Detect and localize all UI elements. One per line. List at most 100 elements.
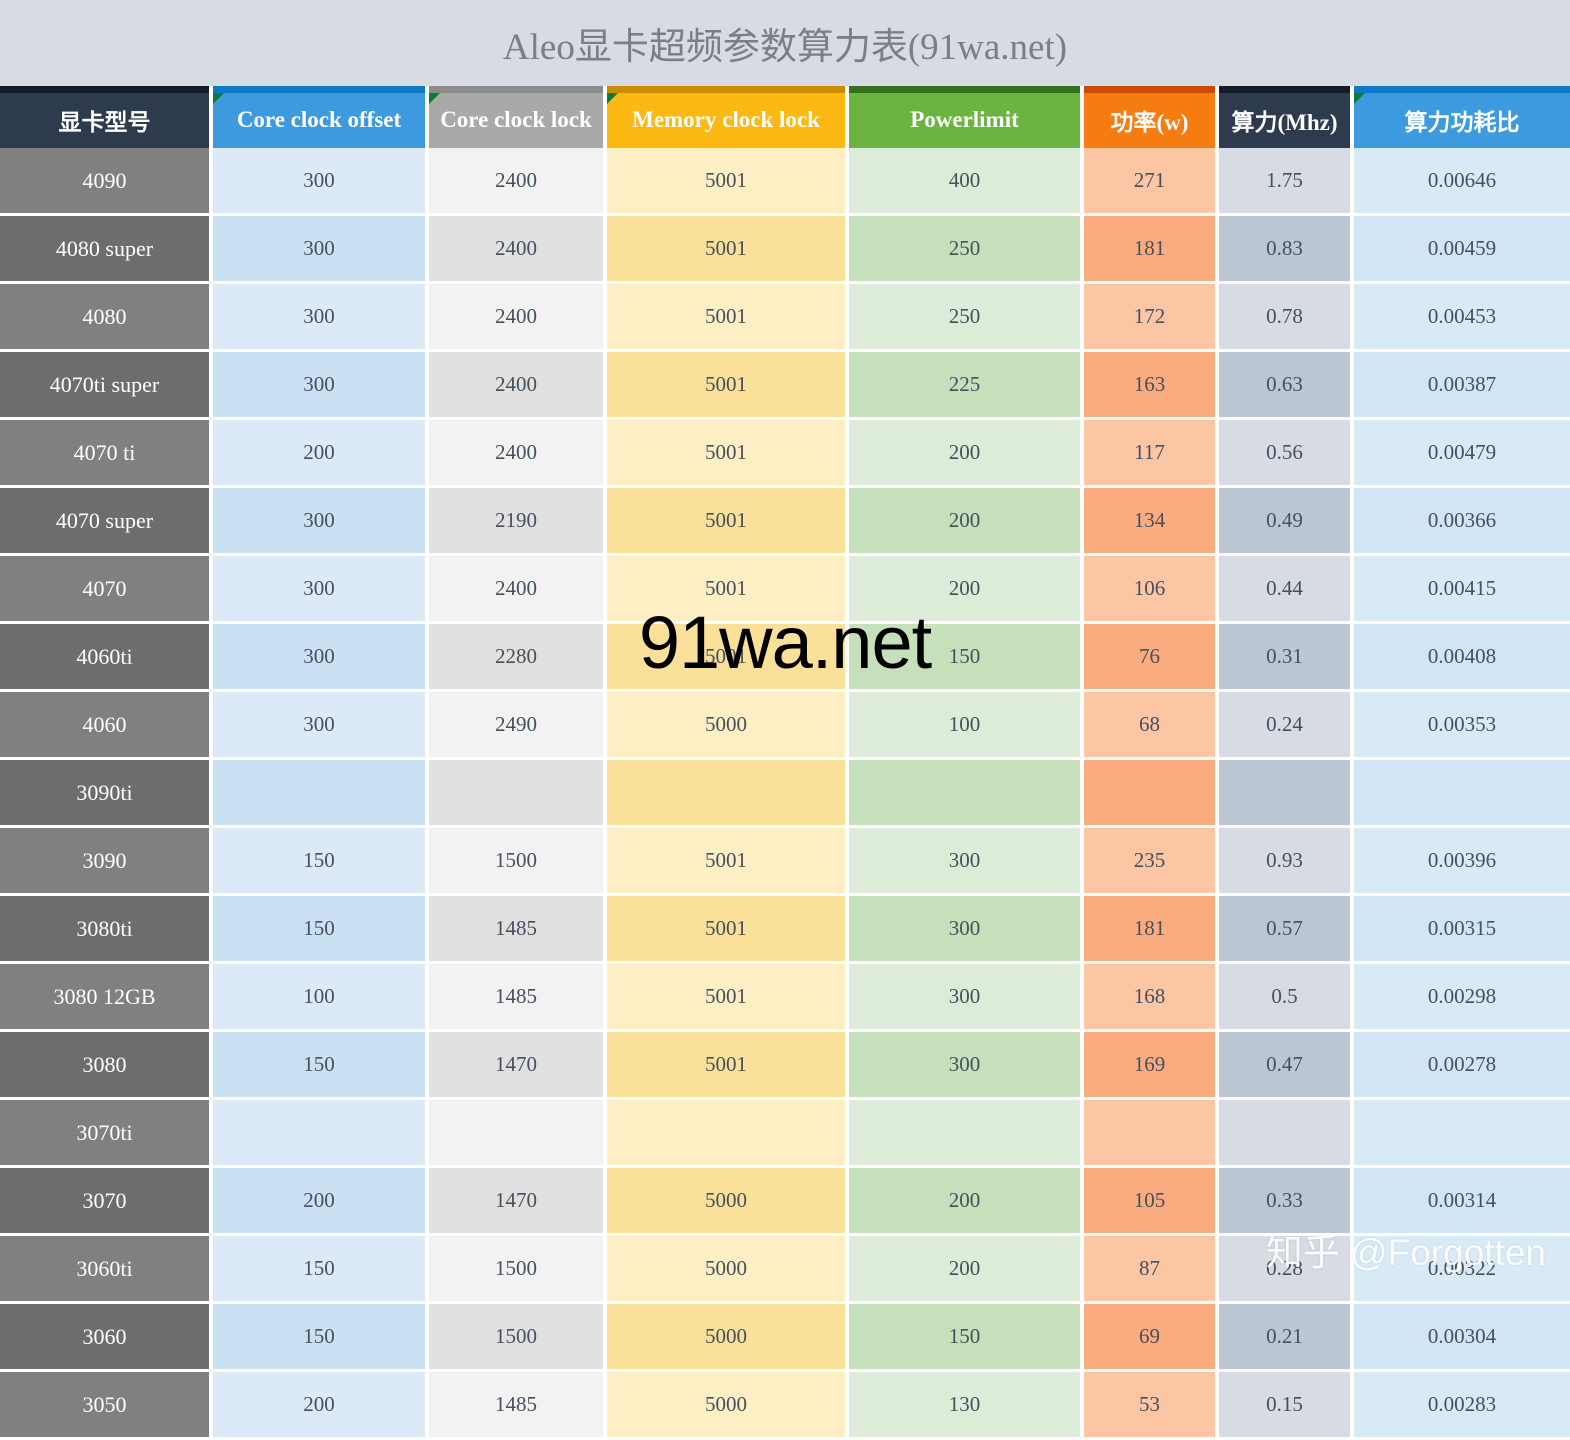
cell-memlock[interactable]: 5001 bbox=[605, 964, 847, 1032]
cell-gpu-model[interactable]: 3060 bbox=[0, 1304, 211, 1372]
cell-watt[interactable]: 87 bbox=[1082, 1236, 1217, 1304]
cell-hash[interactable] bbox=[1217, 1100, 1352, 1168]
cell-hash[interactable]: 0.83 bbox=[1217, 216, 1352, 284]
cell-memlock[interactable] bbox=[605, 760, 847, 828]
column-header-model[interactable]: 显卡型号 bbox=[0, 86, 211, 148]
cell-watt[interactable]: 172 bbox=[1082, 284, 1217, 352]
cell-hash[interactable]: 0.49 bbox=[1217, 488, 1352, 556]
cell-power[interactable]: 200 bbox=[847, 420, 1082, 488]
cell-watt[interactable]: 163 bbox=[1082, 352, 1217, 420]
cell-watt[interactable]: 169 bbox=[1082, 1032, 1217, 1100]
cell-power[interactable]: 150 bbox=[847, 624, 1082, 692]
cell-hash[interactable]: 0.33 bbox=[1217, 1168, 1352, 1236]
column-header-hash[interactable]: 算力(Mhz) bbox=[1217, 86, 1352, 148]
cell-power[interactable]: 200 bbox=[847, 1168, 1082, 1236]
cell-watt[interactable] bbox=[1082, 760, 1217, 828]
cell-watt[interactable]: 105 bbox=[1082, 1168, 1217, 1236]
cell-ratio[interactable]: 0.00322 bbox=[1352, 1236, 1570, 1304]
cell-power[interactable]: 300 bbox=[847, 896, 1082, 964]
cell-coreoff[interactable]: 300 bbox=[211, 352, 427, 420]
cell-ratio[interactable]: 0.00283 bbox=[1352, 1372, 1570, 1440]
cell-ratio[interactable]: 0.00408 bbox=[1352, 624, 1570, 692]
cell-hash[interactable]: 0.47 bbox=[1217, 1032, 1352, 1100]
cell-memlock[interactable]: 5000 bbox=[605, 1304, 847, 1372]
cell-memlock[interactable]: 5000 bbox=[605, 692, 847, 760]
cell-memlock[interactable]: 5001 bbox=[605, 420, 847, 488]
cell-memlock[interactable]: 5001 bbox=[605, 896, 847, 964]
cell-watt[interactable]: 134 bbox=[1082, 488, 1217, 556]
cell-power[interactable]: 200 bbox=[847, 488, 1082, 556]
cell-corelock[interactable]: 2490 bbox=[427, 692, 605, 760]
cell-hash[interactable]: 0.15 bbox=[1217, 1372, 1352, 1440]
cell-coreoff[interactable]: 200 bbox=[211, 420, 427, 488]
column-header-coreoff[interactable]: Core clock offset bbox=[211, 86, 427, 148]
cell-gpu-model[interactable]: 3070ti bbox=[0, 1100, 211, 1168]
cell-power[interactable]: 300 bbox=[847, 1032, 1082, 1100]
cell-coreoff[interactable]: 300 bbox=[211, 556, 427, 624]
cell-corelock[interactable]: 1485 bbox=[427, 896, 605, 964]
cell-memlock[interactable]: 5001 bbox=[605, 556, 847, 624]
cell-corelock[interactable]: 2400 bbox=[427, 556, 605, 624]
cell-gpu-model[interactable]: 4060ti bbox=[0, 624, 211, 692]
cell-hash[interactable]: 0.5 bbox=[1217, 964, 1352, 1032]
cell-corelock[interactable]: 1500 bbox=[427, 828, 605, 896]
column-header-watt[interactable]: 功率(w) bbox=[1082, 86, 1217, 148]
cell-watt[interactable]: 168 bbox=[1082, 964, 1217, 1032]
cell-ratio[interactable]: 0.00366 bbox=[1352, 488, 1570, 556]
cell-ratio[interactable]: 0.00646 bbox=[1352, 148, 1570, 216]
cell-power[interactable]: 250 bbox=[847, 216, 1082, 284]
cell-corelock[interactable]: 1500 bbox=[427, 1304, 605, 1372]
cell-ratio[interactable]: 0.00479 bbox=[1352, 420, 1570, 488]
cell-ratio[interactable]: 0.00314 bbox=[1352, 1168, 1570, 1236]
cell-corelock[interactable]: 2190 bbox=[427, 488, 605, 556]
cell-coreoff[interactable]: 300 bbox=[211, 284, 427, 352]
cell-power[interactable]: 200 bbox=[847, 1236, 1082, 1304]
column-header-memlock[interactable]: Memory clock lock bbox=[605, 86, 847, 148]
cell-coreoff[interactable]: 300 bbox=[211, 216, 427, 284]
cell-watt[interactable] bbox=[1082, 1100, 1217, 1168]
cell-watt[interactable]: 271 bbox=[1082, 148, 1217, 216]
cell-gpu-model[interactable]: 3090 bbox=[0, 828, 211, 896]
cell-hash[interactable]: 0.21 bbox=[1217, 1304, 1352, 1372]
cell-ratio[interactable]: 0.00298 bbox=[1352, 964, 1570, 1032]
cell-ratio[interactable]: 0.00304 bbox=[1352, 1304, 1570, 1372]
cell-ratio[interactable]: 0.00387 bbox=[1352, 352, 1570, 420]
cell-power[interactable]: 130 bbox=[847, 1372, 1082, 1440]
cell-gpu-model[interactable]: 4060 bbox=[0, 692, 211, 760]
cell-watt[interactable]: 106 bbox=[1082, 556, 1217, 624]
cell-watt[interactable]: 181 bbox=[1082, 216, 1217, 284]
cell-coreoff[interactable] bbox=[211, 1100, 427, 1168]
cell-corelock[interactable]: 2400 bbox=[427, 352, 605, 420]
cell-memlock[interactable]: 5001 bbox=[605, 148, 847, 216]
cell-hash[interactable]: 0.28 bbox=[1217, 1236, 1352, 1304]
cell-coreoff[interactable]: 300 bbox=[211, 624, 427, 692]
cell-corelock[interactable]: 1470 bbox=[427, 1032, 605, 1100]
cell-corelock[interactable]: 2400 bbox=[427, 148, 605, 216]
cell-gpu-model[interactable]: 4070ti super bbox=[0, 352, 211, 420]
cell-hash[interactable]: 1.75 bbox=[1217, 148, 1352, 216]
cell-memlock[interactable]: 5001 bbox=[605, 1032, 847, 1100]
cell-gpu-model[interactable]: 3060ti bbox=[0, 1236, 211, 1304]
cell-coreoff[interactable]: 150 bbox=[211, 1032, 427, 1100]
cell-corelock[interactable]: 2400 bbox=[427, 420, 605, 488]
cell-hash[interactable]: 0.78 bbox=[1217, 284, 1352, 352]
cell-hash[interactable]: 0.63 bbox=[1217, 352, 1352, 420]
cell-coreoff[interactable]: 300 bbox=[211, 488, 427, 556]
cell-watt[interactable]: 69 bbox=[1082, 1304, 1217, 1372]
cell-corelock[interactable] bbox=[427, 1100, 605, 1168]
cell-watt[interactable]: 235 bbox=[1082, 828, 1217, 896]
cell-hash[interactable]: 0.31 bbox=[1217, 624, 1352, 692]
cell-memlock[interactable]: 5001 bbox=[605, 352, 847, 420]
cell-corelock[interactable] bbox=[427, 760, 605, 828]
cell-hash[interactable]: 0.56 bbox=[1217, 420, 1352, 488]
cell-memlock[interactable]: 5001 bbox=[605, 284, 847, 352]
cell-ratio[interactable]: 0.00453 bbox=[1352, 284, 1570, 352]
cell-gpu-model[interactable]: 4070 super bbox=[0, 488, 211, 556]
cell-corelock[interactable]: 2400 bbox=[427, 216, 605, 284]
cell-ratio[interactable] bbox=[1352, 1100, 1570, 1168]
cell-corelock[interactable]: 1500 bbox=[427, 1236, 605, 1304]
cell-gpu-model[interactable]: 3050 bbox=[0, 1372, 211, 1440]
cell-coreoff[interactable]: 150 bbox=[211, 828, 427, 896]
cell-watt[interactable]: 53 bbox=[1082, 1372, 1217, 1440]
cell-corelock[interactable]: 1470 bbox=[427, 1168, 605, 1236]
